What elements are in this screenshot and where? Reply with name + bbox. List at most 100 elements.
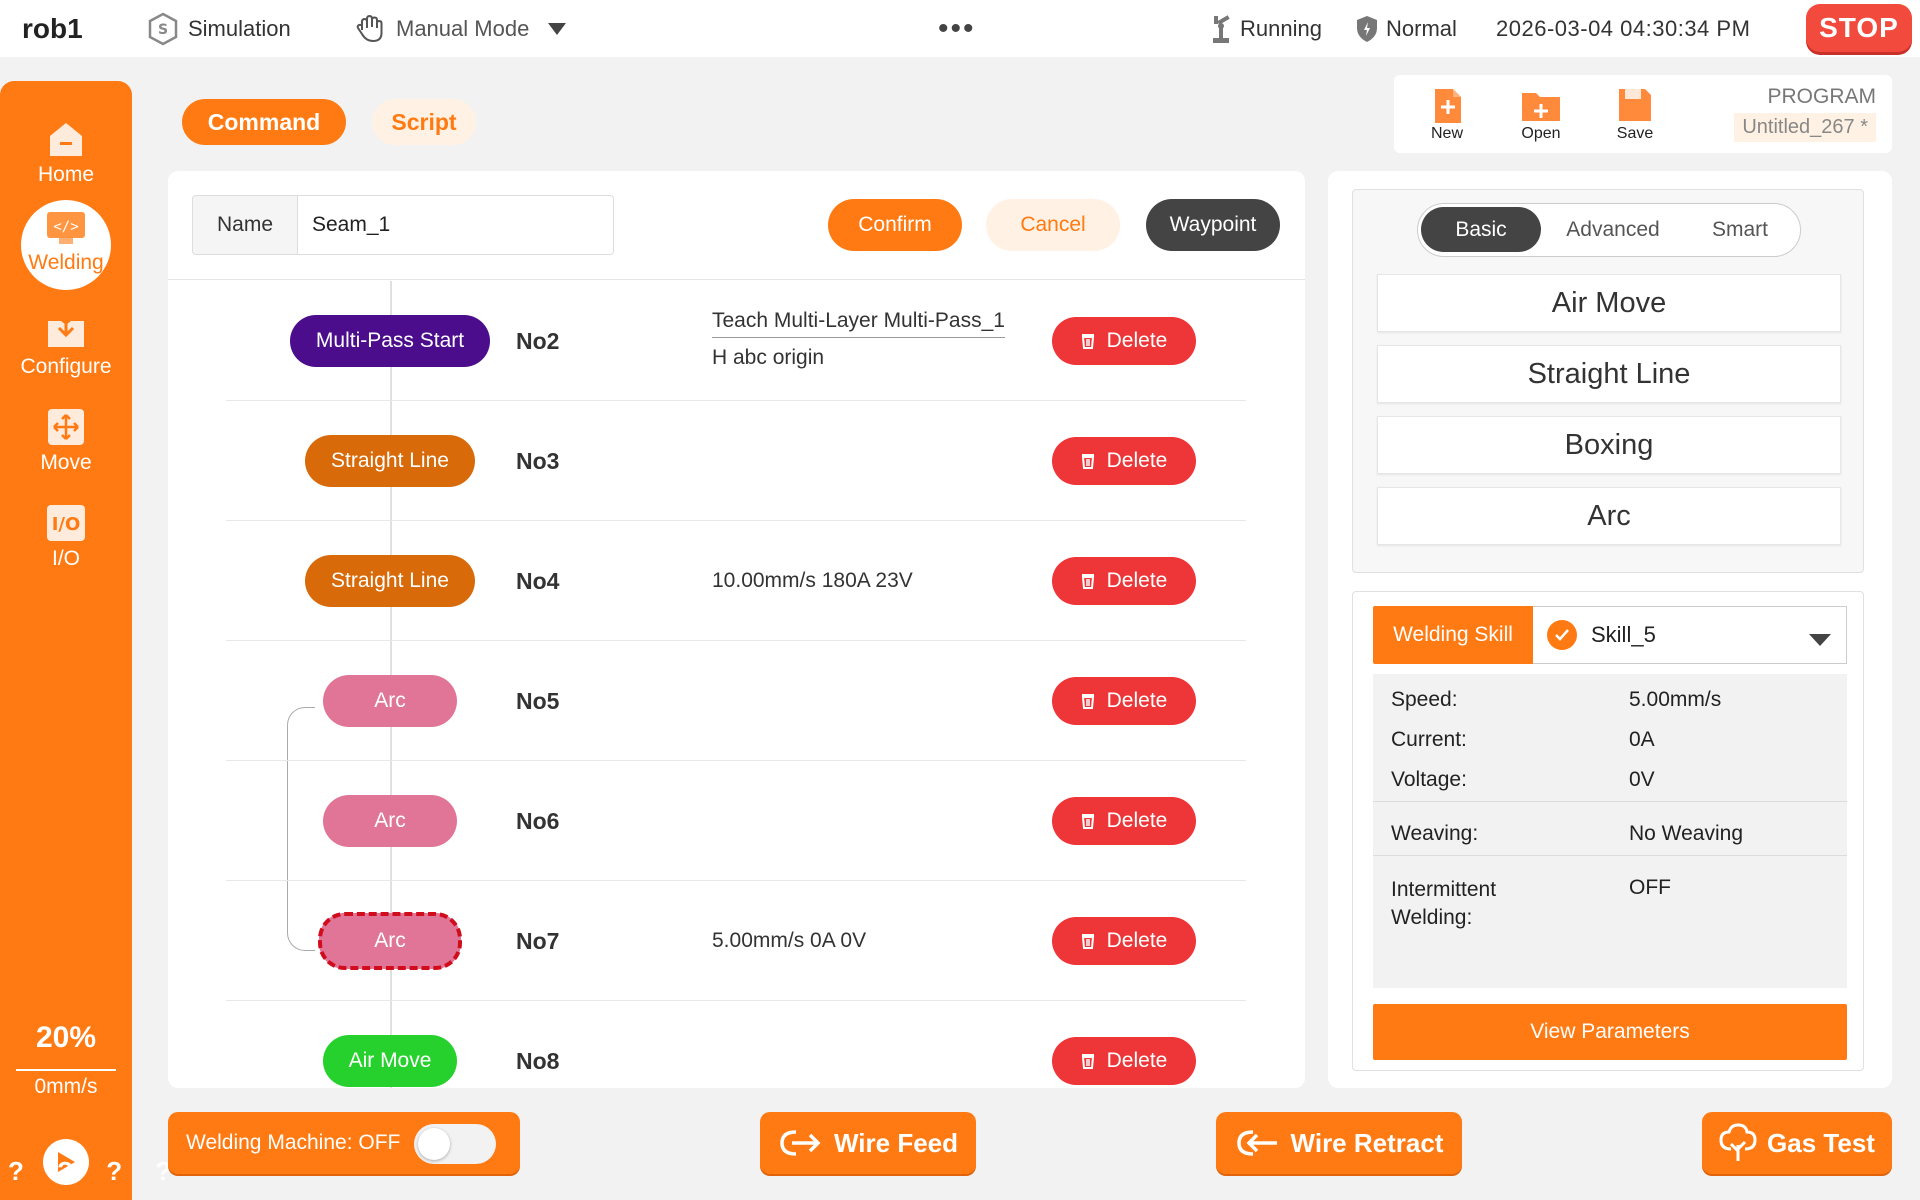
name-input[interactable] <box>298 195 614 255</box>
mode-selector[interactable]: Manual Mode <box>356 0 575 57</box>
more-menu[interactable]: ••• <box>938 0 976 57</box>
wire-retract-button[interactable]: Wire Retract <box>1216 1112 1462 1174</box>
delete-button[interactable]: Delete <box>1052 317 1196 365</box>
row-number: No2 <box>516 327 560 354</box>
add-straight-line-button[interactable]: Straight Line <box>1377 345 1841 403</box>
welding-skill-panel: Welding Skill Skill_5 Speed: 5.00mm/s Cu… <box>1352 591 1864 1071</box>
wire-feed-icon <box>778 1128 824 1158</box>
delete-label: Delete <box>1106 449 1168 472</box>
sidebar-item-welding[interactable]: </> Welding <box>0 205 132 275</box>
wire-feed-button[interactable]: Wire Feed <box>760 1112 976 1174</box>
list-item-selected[interactable]: Arc No7 5.00mm/s 0A 0V Delete <box>168 881 1305 1001</box>
add-arc-button[interactable]: Arc <box>1377 487 1841 545</box>
command-palette: Basic Advanced Smart Air Move Straight L… <box>1352 189 1864 573</box>
gas-test-button[interactable]: Gas Test <box>1702 1112 1892 1174</box>
new-button[interactable]: New <box>1412 85 1482 143</box>
open-label: Open <box>1521 125 1561 142</box>
delete-button[interactable]: Delete <box>1052 917 1196 965</box>
save-icon <box>1619 89 1651 121</box>
speed-percent[interactable]: 20% <box>0 1021 132 1055</box>
view-parameters-button[interactable]: View Parameters <box>1373 1004 1847 1060</box>
list-item[interactable]: Multi-Pass Start No2 Teach Multi-Layer M… <box>168 281 1305 401</box>
stop-button[interactable]: STOP <box>1806 4 1912 52</box>
delete-button[interactable]: Delete <box>1052 677 1196 725</box>
row-description-line1: Teach Multi-Layer Multi-Pass_1 <box>712 309 1005 338</box>
welding-machine-toggle[interactable]: Welding Machine: OFF <box>168 1112 520 1174</box>
open-button[interactable]: Open <box>1506 85 1576 143</box>
trash-icon <box>1081 933 1095 949</box>
safety-status: Normal <box>1356 0 1457 57</box>
sidebar-item-move[interactable]: Move <box>0 405 132 475</box>
param-key: Voltage: <box>1391 768 1467 791</box>
segment-advanced[interactable]: Advanced <box>1548 207 1678 252</box>
delete-button[interactable]: Delete <box>1052 797 1196 845</box>
add-air-move-button[interactable]: Air Move <box>1377 274 1841 332</box>
list-item[interactable]: Arc No6 Delete <box>168 761 1305 881</box>
trash-icon <box>1081 813 1095 829</box>
waypoint-button[interactable]: Waypoint <box>1146 199 1280 251</box>
skill-parameters: Speed: 5.00mm/s Current: 0A Voltage: 0V … <box>1373 674 1847 988</box>
command-pill-arc[interactable]: Arc <box>318 912 462 970</box>
command-pill-arc[interactable]: Arc <box>323 795 457 847</box>
download-icon <box>44 309 88 353</box>
param-value: No Weaving <box>1629 822 1744 845</box>
wire-feed-label: Wire Feed <box>833 1127 959 1158</box>
command-pill-straight-line[interactable]: Straight Line <box>305 435 475 487</box>
simulation-indicator[interactable]: S Simulation <box>146 0 291 57</box>
tab-command[interactable]: Command <box>182 99 346 145</box>
save-label: Save <box>1616 125 1654 142</box>
param-value: OFF <box>1629 876 1671 899</box>
new-label: New <box>1430 125 1463 142</box>
toggle-switch[interactable] <box>414 1124 496 1164</box>
robot-arm-icon <box>1210 14 1232 44</box>
trash-icon <box>1081 573 1095 589</box>
mode-label: Manual Mode <box>396 15 530 41</box>
wire-retract-label: Wire Retract <box>1290 1127 1444 1158</box>
command-pill-multi-pass-start[interactable]: Multi-Pass Start <box>290 315 490 367</box>
list-item[interactable]: Arc No5 Delete <box>168 641 1305 761</box>
wire-retract-icon <box>1235 1128 1281 1158</box>
segment-smart[interactable]: Smart <box>1680 207 1800 252</box>
command-pill-straight-line[interactable]: Straight Line <box>305 555 475 607</box>
command-list[interactable]: Multi-Pass Start No2 Teach Multi-Layer M… <box>168 281 1305 1088</box>
divider <box>168 279 1305 280</box>
command-pill-air-move[interactable]: Air Move <box>323 1035 457 1087</box>
save-button[interactable]: Save <box>1600 85 1670 143</box>
svg-text:S: S <box>158 22 168 38</box>
trash-icon <box>1081 693 1095 709</box>
add-boxing-button[interactable]: Boxing <box>1377 416 1841 474</box>
right-panel: Basic Advanced Smart Air Move Straight L… <box>1328 171 1892 1088</box>
sidebar-item-io[interactable]: I/O I/O <box>0 501 132 571</box>
simulation-label: Simulation <box>188 15 291 41</box>
list-item[interactable]: Straight Line No4 10.00mm/s 180A 23V Del… <box>168 521 1305 641</box>
io-icon: I/O <box>44 501 88 545</box>
sidebar-item-configure[interactable]: Configure <box>0 309 132 379</box>
command-pill-arc[interactable]: Arc <box>323 675 457 727</box>
param-key: Current: <box>1391 728 1467 751</box>
list-item[interactable]: Air Move No8 Delete <box>168 1001 1305 1088</box>
program-label: PROGRAM <box>1767 85 1876 108</box>
list-item[interactable]: Straight Line No3 Delete <box>168 401 1305 521</box>
sidebar-item-label: Configure <box>20 355 112 378</box>
delete-label: Delete <box>1106 689 1168 712</box>
name-label: Name <box>192 195 298 255</box>
segment-basic[interactable]: Basic <box>1421 207 1541 252</box>
cancel-button[interactable]: Cancel <box>986 199 1120 251</box>
delete-button[interactable]: Delete <box>1052 557 1196 605</box>
confirm-button[interactable]: Confirm <box>828 199 962 251</box>
param-value: 0V <box>1629 768 1655 791</box>
sidebar-item-home[interactable]: Home <box>0 117 132 187</box>
welding-skill-select[interactable]: Skill_5 <box>1533 606 1847 664</box>
tab-script[interactable]: Script <box>372 99 476 145</box>
row-number: No3 <box>516 447 560 474</box>
robot-status: Running <box>1210 0 1322 57</box>
param-divider <box>1373 855 1847 856</box>
delete-button[interactable]: Delete <box>1052 437 1196 485</box>
param-divider <box>1373 801 1847 802</box>
delete-button[interactable]: Delete <box>1052 1037 1196 1085</box>
row-description: 10.00mm/s 180A 23V <box>712 569 913 592</box>
home-icon <box>44 117 88 161</box>
delete-label: Delete <box>1106 569 1168 592</box>
command-editor: Name Confirm Cancel Waypoint Multi-Pass … <box>168 171 1305 1088</box>
sidebar-item-label: Move <box>40 451 92 474</box>
